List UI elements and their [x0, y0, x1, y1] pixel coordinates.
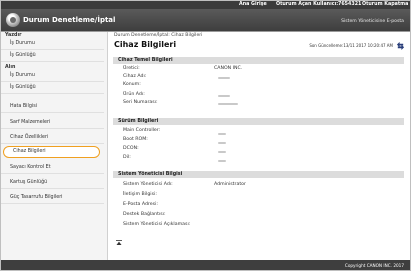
- sidebar-item-receive-job-status[interactable]: İş Durumu: [1, 70, 104, 82]
- page-title: Cihaz Bilgileri: [114, 40, 177, 49]
- app-logo-icon: [6, 12, 20, 27]
- sidebar-item-check-counter[interactable]: Sayacı Kontrol Et: [1, 162, 104, 174]
- breadcrumb: Durum Denetleme/İptal: Cihaz Bilgileri: [114, 33, 203, 38]
- label-device-name: Cihaz Adı:: [123, 74, 147, 79]
- sidebar-item-consumables[interactable]: Sarf Malzemeleri: [1, 117, 104, 129]
- value-serial-number-redacted: [218, 103, 238, 105]
- sidebar-item-device-info[interactable]: Cihaz Bilgileri: [3, 146, 100, 158]
- app-title: Durum Denetleme/İptal: [23, 16, 116, 24]
- app-header: Durum Denetleme/İptal Sistem Yöneticisin…: [1, 9, 410, 31]
- last-updated: Son Güncelleme:13/11 2017 10:20:47 AM: [309, 43, 393, 48]
- label-contact-info: İletişim Bilgisi:: [123, 192, 157, 197]
- home-link[interactable]: Ana Girişe: [239, 2, 267, 7]
- page: Ana Girişe Oturum Açan Kullanıcı: 765432…: [0, 0, 411, 271]
- value-language-redacted: [218, 160, 226, 162]
- footer: Copyright CANON INC. 2017: [1, 260, 410, 270]
- label-location: Konum:: [123, 82, 141, 87]
- section-basic-info-header: Cihaz Temel Bilgileri: [113, 57, 404, 64]
- value-admin-name: Administrator: [214, 182, 246, 187]
- sidebar-item-print-job-status[interactable]: İş Durumu: [1, 38, 104, 50]
- label-product-name: Ürün Adı:: [123, 92, 145, 97]
- email-admin-link[interactable]: Sistem Yöneticisine E-posta: [341, 19, 404, 24]
- label-manufacturer: Üretici:: [123, 66, 140, 71]
- label-dcon: DCON:: [123, 146, 139, 151]
- value-product-name-redacted: [218, 95, 230, 97]
- label-main-controller: Main Controller:: [123, 128, 161, 133]
- section-version-info-header: Sürüm Bilgileri: [113, 118, 404, 125]
- copyright: Copyright CANON INC. 2017: [344, 262, 404, 268]
- value-boot-rom-redacted: [218, 142, 226, 144]
- value-device-name-redacted: [218, 77, 230, 79]
- logged-in-user-label: Oturum Açan Kullanıcı:: [276, 2, 339, 8]
- logout-link[interactable]: Oturum Kapatma: [362, 2, 408, 7]
- label-admin-comment: Sistem Yöneticisi Açıklaması:: [123, 222, 191, 227]
- sidebar-item-cartridge-log[interactable]: Kartuş Günlüğü: [1, 177, 104, 189]
- section-admin-info-header: Sistem Yöneticisi Bilgisi: [113, 171, 404, 178]
- sidebar-item-power-saving-info[interactable]: Güç Tasarrufu Bilgileri: [1, 192, 104, 204]
- sidebar-item-print-job-log[interactable]: İş Günlüğü: [1, 50, 104, 62]
- value-dcon-redacted: [218, 151, 226, 153]
- label-support-link: Destek Bağlantısı:: [123, 212, 166, 217]
- label-email-address: E-Posta Adresi:: [123, 202, 158, 207]
- label-serial-number: Seri Numarası:: [123, 100, 158, 105]
- sidebar: Yazdır İş Durumu İş Günlüğü Alın İş Duru…: [1, 32, 108, 260]
- main-content: Durum Denetleme/İptal: Cihaz Bilgileri C…: [108, 32, 410, 260]
- user-id: 7654321: [338, 2, 362, 8]
- sidebar-item-device-features[interactable]: Cihaz Özellikleri: [1, 132, 104, 144]
- label-language: Dil:: [123, 155, 131, 160]
- label-admin-name: Sistem Yöneticisi Adı:: [123, 182, 173, 187]
- sidebar-item-receive-job-log[interactable]: İş Günlüğü: [1, 82, 104, 94]
- value-manufacturer: CANON INC.: [214, 66, 243, 71]
- refresh-icon[interactable]: [396, 41, 405, 50]
- value-main-controller-redacted: [218, 133, 226, 135]
- back-to-top-icon[interactable]: [116, 240, 122, 245]
- top-bar: Ana Girişe Oturum Açan Kullanıcı: 765432…: [1, 1, 410, 9]
- label-boot-rom: Boot ROM:: [123, 137, 148, 142]
- sidebar-item-error-info[interactable]: Hata Bilgisi: [1, 101, 104, 113]
